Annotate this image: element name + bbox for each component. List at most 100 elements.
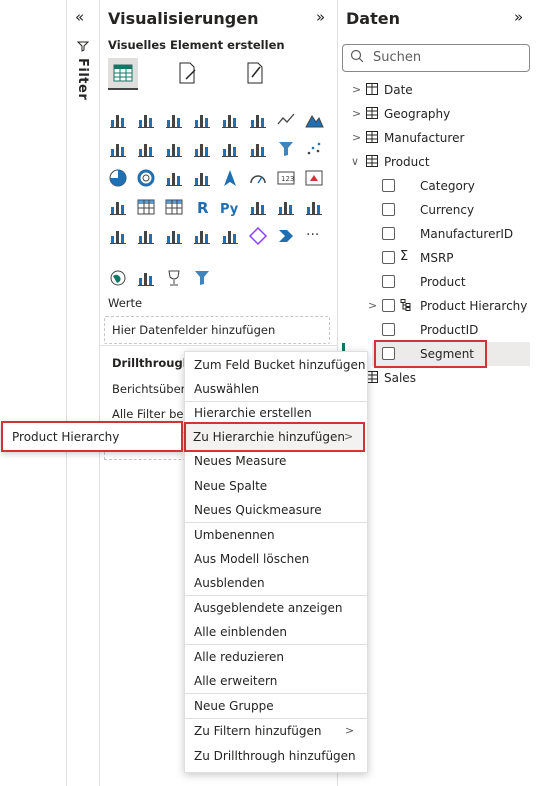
clustered-column-icon[interactable] — [136, 110, 156, 130]
r-visual-icon[interactable]: R — [192, 197, 212, 217]
stacked-bar-icon[interactable] — [108, 110, 128, 130]
chevron-right-icon[interactable]: > — [352, 107, 361, 120]
shape-map-icon[interactable] — [136, 268, 156, 288]
decomposition-tree-icon[interactable] — [276, 197, 296, 217]
magnifier-chart-icon — [247, 62, 263, 84]
field-checkbox[interactable] — [382, 275, 395, 288]
gauge-icon[interactable] — [248, 168, 268, 188]
filter-pane-collapsed[interactable]: « Filter — [67, 0, 100, 786]
menu-item-add-to-hierarchy[interactable]: Zu Hierarchie hinzufügen > — [184, 422, 365, 452]
qa-icon[interactable] — [304, 197, 324, 217]
field-currency[interactable]: Currency — [338, 198, 536, 222]
menu-item-hide[interactable]: Ausblenden — [194, 576, 265, 590]
filter-visual-icon[interactable] — [192, 268, 212, 288]
trophy-icon[interactable] — [164, 268, 184, 288]
power-apps-icon[interactable] — [220, 226, 240, 246]
field-checkbox[interactable] — [382, 251, 395, 264]
filter-pane-label[interactable]: Filter — [75, 58, 90, 100]
menu-item-new-measure[interactable]: Neues Measure — [194, 454, 286, 468]
azure-map-icon[interactable] — [220, 168, 240, 188]
chevron-right-icon[interactable]: > — [352, 83, 361, 96]
chevron-down-icon[interactable]: ∨ — [351, 155, 359, 168]
scatter-icon[interactable] — [304, 139, 324, 159]
pie-icon[interactable] — [108, 168, 128, 188]
search-input[interactable] — [342, 44, 530, 72]
double-chevron-right-icon[interactable]: » — [514, 8, 523, 26]
clustered-bar-icon[interactable] — [164, 110, 184, 130]
menu-item-delete-from-model[interactable]: Aus Modell löschen — [194, 552, 309, 566]
table-product[interactable]: ∨ Product — [338, 150, 536, 174]
analytics-tab[interactable] — [240, 58, 270, 88]
more-icon[interactable]: ··· — [304, 226, 324, 246]
field-product-hierarchy[interactable]: > Product Hierarchy — [338, 294, 536, 318]
100-bar-icon[interactable] — [220, 110, 240, 130]
diamond-icon[interactable] — [248, 226, 268, 246]
build-visual-tab[interactable] — [108, 58, 138, 90]
globe-icon[interactable] — [108, 268, 128, 288]
waterfall-icon[interactable] — [248, 139, 268, 159]
line-chart-icon[interactable] — [276, 110, 296, 130]
menu-item-add-to-bucket[interactable]: Zum Feld Bucket hinzufügen — [194, 358, 365, 372]
field-checkbox[interactable] — [382, 299, 395, 312]
field-checkbox[interactable] — [382, 227, 395, 240]
ribbon-icon[interactable] — [220, 139, 240, 159]
matrix-icon[interactable] — [164, 197, 184, 217]
map-icon[interactable] — [192, 168, 212, 188]
field-checkbox[interactable] — [382, 203, 395, 216]
table-icon[interactable] — [136, 197, 156, 217]
field-manufacturerid[interactable]: ManufacturerID — [338, 222, 536, 246]
paginated-report-icon[interactable] — [108, 226, 128, 246]
field-checkbox[interactable] — [382, 323, 395, 336]
menu-item-new-column[interactable]: Neue Spalte — [194, 479, 267, 493]
format-visual-tab[interactable] — [172, 58, 202, 88]
menu-item-add-to-drillthrough[interactable]: Zu Drillthrough hinzufügen — [194, 749, 356, 763]
sigma-icon: Σ — [400, 249, 409, 264]
field-name: MSRP — [420, 251, 454, 265]
line-stacked-column-icon[interactable] — [192, 139, 212, 159]
field-category[interactable]: Category — [338, 174, 536, 198]
field-product[interactable]: Product — [338, 270, 536, 294]
double-chevron-right-icon[interactable]: » — [316, 8, 325, 26]
area-chart-icon[interactable] — [304, 110, 324, 130]
chevron-right-icon: > — [344, 430, 354, 443]
line-column-icon[interactable] — [164, 139, 184, 159]
power-automate-icon[interactable] — [276, 226, 296, 246]
field-checkbox[interactable] — [382, 179, 395, 192]
key-influencers-icon[interactable] — [248, 197, 268, 217]
slicer-icon[interactable] — [108, 197, 128, 217]
chevron-right-icon[interactable]: > — [352, 131, 361, 144]
menu-item-collapse-all[interactable]: Alle reduzieren — [194, 650, 284, 664]
table-date[interactable]: > Date — [338, 78, 536, 102]
field-productid[interactable]: ProductID — [338, 318, 536, 342]
menu-item-create-hierarchy[interactable]: Hierarchie erstellen — [194, 406, 312, 420]
menu-item-expand-all[interactable]: Alle erweitern — [194, 674, 277, 688]
menu-item-unhide-all[interactable]: Alle einblenden — [194, 625, 287, 639]
table-geography[interactable]: > Geography — [338, 102, 536, 126]
metrics-icon[interactable] — [164, 226, 184, 246]
field-name: Currency — [420, 203, 475, 217]
100-column-icon[interactable] — [248, 110, 268, 130]
double-chevron-left-icon[interactable]: « — [75, 8, 84, 26]
python-visual-icon[interactable]: Py — [220, 197, 240, 217]
treemap-icon[interactable] — [164, 168, 184, 188]
menu-item-new-quickmeasure[interactable]: Neues Quickmeasure — [194, 503, 322, 517]
table-manufacturer[interactable]: > Manufacturer — [338, 126, 536, 150]
ribbon-chart-icon[interactable] — [136, 139, 156, 159]
stacked-area-icon[interactable] — [108, 139, 128, 159]
card-icon[interactable]: 123 — [276, 168, 296, 188]
hierarchy-icon — [400, 299, 411, 311]
funnel-icon[interactable] — [276, 139, 296, 159]
field-msrp[interactable]: Σ MSRP — [338, 246, 536, 270]
stacked-column-icon[interactable] — [192, 110, 212, 130]
menu-item-new-group[interactable]: Neue Gruppe — [194, 699, 274, 713]
chevron-right-icon[interactable]: > — [368, 299, 377, 312]
donut-icon[interactable] — [136, 168, 156, 188]
image-icon[interactable] — [192, 226, 212, 246]
kpi-icon[interactable] — [304, 168, 324, 188]
menu-item-select[interactable]: Auswählen — [194, 382, 259, 396]
submenu-item-product-hierarchy[interactable]: Product Hierarchy — [12, 430, 119, 444]
smart-narrative-icon[interactable] — [136, 226, 156, 246]
menu-item-show-hidden[interactable]: Ausgeblendete anzeigen — [194, 601, 343, 615]
menu-item-rename[interactable]: Umbenennen — [194, 528, 275, 542]
menu-item-add-to-filters[interactable]: Zu Filtern hinzufügen — [194, 724, 321, 738]
